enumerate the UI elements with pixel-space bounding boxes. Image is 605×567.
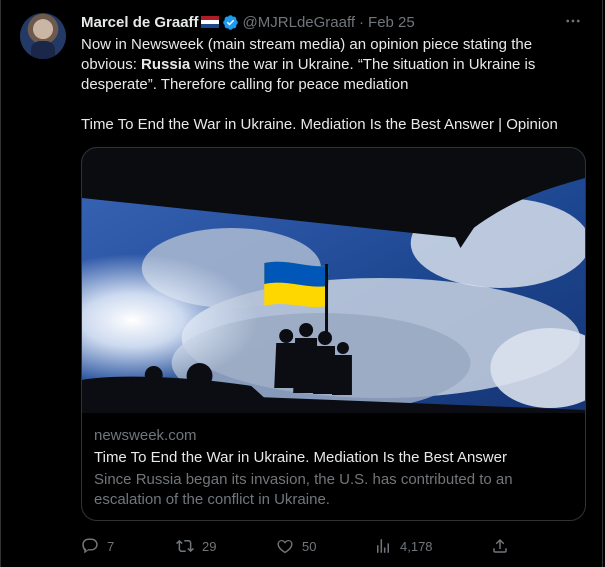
share-icon [493, 538, 507, 553]
author-handle[interactable]: @MJRLdeGraaff [243, 14, 356, 31]
separator-dot: · [359, 13, 365, 31]
like-button[interactable]: 50 [276, 537, 374, 555]
reply-button[interactable]: 7 [81, 537, 176, 555]
heart-icon [277, 540, 293, 554]
card-description: Since Russia began its invasion, the U.S… [94, 471, 513, 508]
card-title[interactable]: Time To End the War in Ukraine. Mediatio… [94, 448, 574, 468]
tweet-text: Now in Newsweek (main stream media) an o… [81, 35, 576, 135]
card-meta: newsweek.com Time To End the War in Ukra… [94, 426, 574, 510]
retweet-icon [176, 539, 194, 553]
avatar[interactable] [20, 13, 66, 59]
link-card[interactable]: newsweek.com Time To End the War in Ukra… [81, 147, 586, 521]
reply-count: 7 [107, 538, 115, 554]
tweet-actions: 7 29 50 4,178 [81, 536, 511, 556]
reply-icon [82, 538, 98, 554]
tweet-paragraph-2: Time To End the War in Ukraine. Mediatio… [81, 116, 558, 133]
views-button[interactable]: 4,178 [374, 537, 491, 555]
author-name[interactable]: Marcel de Graaff [81, 14, 199, 31]
views-count: 4,178 [400, 538, 433, 554]
tweet-date[interactable]: Feb 25 [368, 14, 415, 31]
like-count: 50 [302, 538, 317, 554]
tweet-paragraph-1: Now in Newsweek (main stream media) an o… [81, 35, 576, 95]
retweet-button[interactable]: 29 [176, 537, 276, 555]
retweet-count: 29 [202, 538, 217, 554]
views-icon [377, 539, 389, 553]
share-button[interactable] [491, 537, 509, 555]
tweet[interactable]: Marcel de Graaff @MJRLdeGraaff · Feb 25 … [0, 0, 603, 567]
tweet-header: Marcel de Graaff @MJRLdeGraaff · Feb 25 [81, 12, 415, 32]
netherlands-flag-icon [200, 16, 219, 28]
card-domain: newsweek.com [94, 427, 197, 444]
tweet-text-bold: Russia [141, 56, 191, 73]
card-image[interactable] [82, 148, 585, 413]
verified-badge-icon[interactable] [222, 14, 239, 31]
more-options-icon[interactable] [564, 12, 582, 35]
